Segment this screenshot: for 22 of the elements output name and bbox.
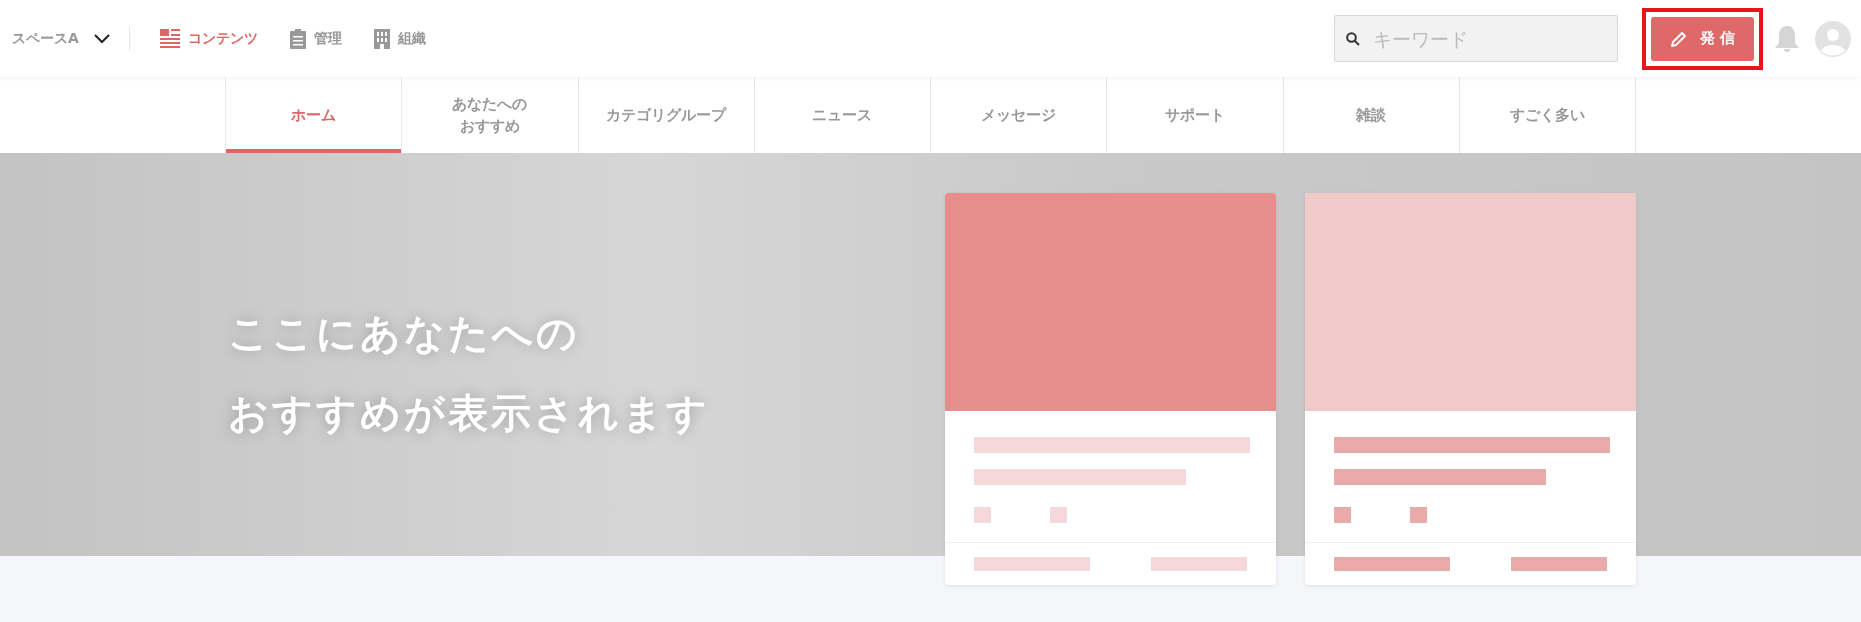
space-selector[interactable]: スペースA bbox=[12, 29, 111, 48]
placeholder-card[interactable] bbox=[945, 193, 1276, 585]
tag-placeholder bbox=[1334, 506, 1351, 523]
nav-link[interactable]: 組織 bbox=[373, 28, 426, 49]
tag-placeholder bbox=[1050, 506, 1067, 523]
tag-placeholder bbox=[974, 506, 991, 523]
notifications-button[interactable] bbox=[1773, 23, 1801, 54]
clipboard-icon bbox=[289, 28, 306, 49]
chevron-down-icon bbox=[92, 32, 111, 45]
avatar-button[interactable] bbox=[1815, 20, 1851, 57]
building-icon bbox=[373, 28, 390, 49]
list-icon bbox=[159, 28, 180, 49]
avatar-icon bbox=[1815, 20, 1851, 57]
nav-link[interactable]: コンテンツ bbox=[159, 28, 258, 49]
tab[interactable]: ホーム bbox=[225, 77, 402, 153]
search-icon bbox=[1346, 32, 1360, 46]
pencil-icon bbox=[1669, 29, 1688, 48]
nav-link[interactable]: 管理 bbox=[289, 28, 342, 49]
tag-placeholder bbox=[1410, 506, 1427, 523]
post-button[interactable]: 発 信 bbox=[1651, 16, 1754, 61]
bell-icon bbox=[1773, 23, 1801, 54]
placeholder-card[interactable] bbox=[1305, 193, 1636, 585]
